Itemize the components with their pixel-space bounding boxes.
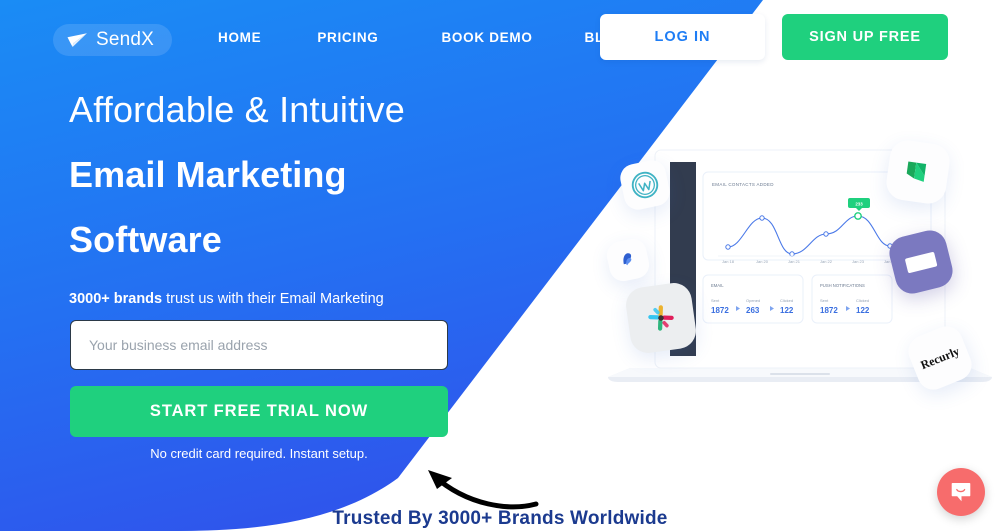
hero-subtitle: 3000+ brands trust us with their Email M…	[69, 291, 384, 307]
svg-text:Jan 22: Jan 22	[820, 259, 833, 264]
start-free-trial-button[interactable]: START FREE TRIAL NOW	[70, 386, 448, 437]
subtitle-bold: 3000+ brands	[69, 291, 163, 307]
slack-icon	[623, 280, 699, 356]
svg-text:Jan 23: Jan 23	[852, 259, 865, 264]
email-input[interactable]	[70, 320, 448, 370]
nav-item-pricing[interactable]: PRICING	[317, 30, 378, 45]
headline-line-3: Software	[69, 219, 222, 260]
svg-text:1872: 1872	[711, 306, 729, 315]
logo-text: SendX	[96, 29, 155, 50]
site-header: SendX HOME PRICING BOOK DEMO BLOG LOG IN…	[0, 0, 1000, 75]
headline-line-1: Affordable & Intuitive	[69, 89, 405, 130]
svg-text:263: 263	[746, 306, 760, 315]
svg-text:EMAIL CONTACTS ADDED: EMAIL CONTACTS ADDED	[712, 182, 774, 187]
subtitle-rest: trust us with their Email Marketing	[162, 291, 384, 307]
login-button[interactable]: LOG IN	[600, 14, 765, 60]
signup-button[interactable]: SIGN UP FREE	[782, 14, 948, 60]
svg-text:Sent: Sent	[711, 298, 720, 303]
curved-arrow-icon	[428, 470, 539, 510]
hero-headline: Affordable & Intuitive Email Marketing S…	[69, 92, 529, 287]
nav-item-book-demo[interactable]: BOOK DEMO	[441, 30, 532, 45]
svg-text:Clicked: Clicked	[856, 298, 869, 303]
svg-text:Clicked: Clicked	[780, 298, 793, 303]
svg-text:1872: 1872	[820, 306, 838, 315]
svg-text:Sent: Sent	[820, 298, 829, 303]
svg-text:Jan 21: Jan 21	[788, 259, 801, 264]
trusted-label: Trusted By 3000+ Brands Worldwide	[332, 508, 668, 529]
no-credit-card-note: No credit card required. Instant setup.	[150, 446, 368, 461]
svg-text:Jan 20: Jan 20	[756, 259, 769, 264]
paper-plane-icon	[67, 33, 87, 47]
svg-text:Opened: Opened	[746, 298, 760, 303]
nav-item-home[interactable]: HOME	[218, 30, 261, 45]
recurly-label: Recurly	[918, 343, 962, 372]
chat-bubble-icon	[951, 483, 971, 502]
svg-text:Jan 18: Jan 18	[722, 259, 735, 264]
hero-illustration: EMAIL CONTACTS ADDED 233 Jan 18 Jan 20 J…	[600, 130, 1000, 405]
svg-text:PUSH NOTIFICATIONS: PUSH NOTIFICATIONS	[820, 283, 865, 288]
page-root: EMAIL CONTACTS ADDED 233 Jan 18 Jan 20 J…	[0, 0, 1000, 531]
svg-text:EMAIL: EMAIL	[711, 283, 724, 288]
chat-widget-button[interactable]	[937, 468, 985, 516]
main-nav: HOME PRICING BOOK DEMO BLOG	[218, 30, 626, 45]
headline-line-2: Email Marketing	[69, 154, 347, 195]
svg-text:122: 122	[780, 306, 794, 315]
svg-text:122: 122	[856, 306, 870, 315]
logo[interactable]: SendX	[53, 24, 173, 56]
green-app-icon	[884, 138, 952, 206]
svg-text:233: 233	[855, 202, 863, 207]
